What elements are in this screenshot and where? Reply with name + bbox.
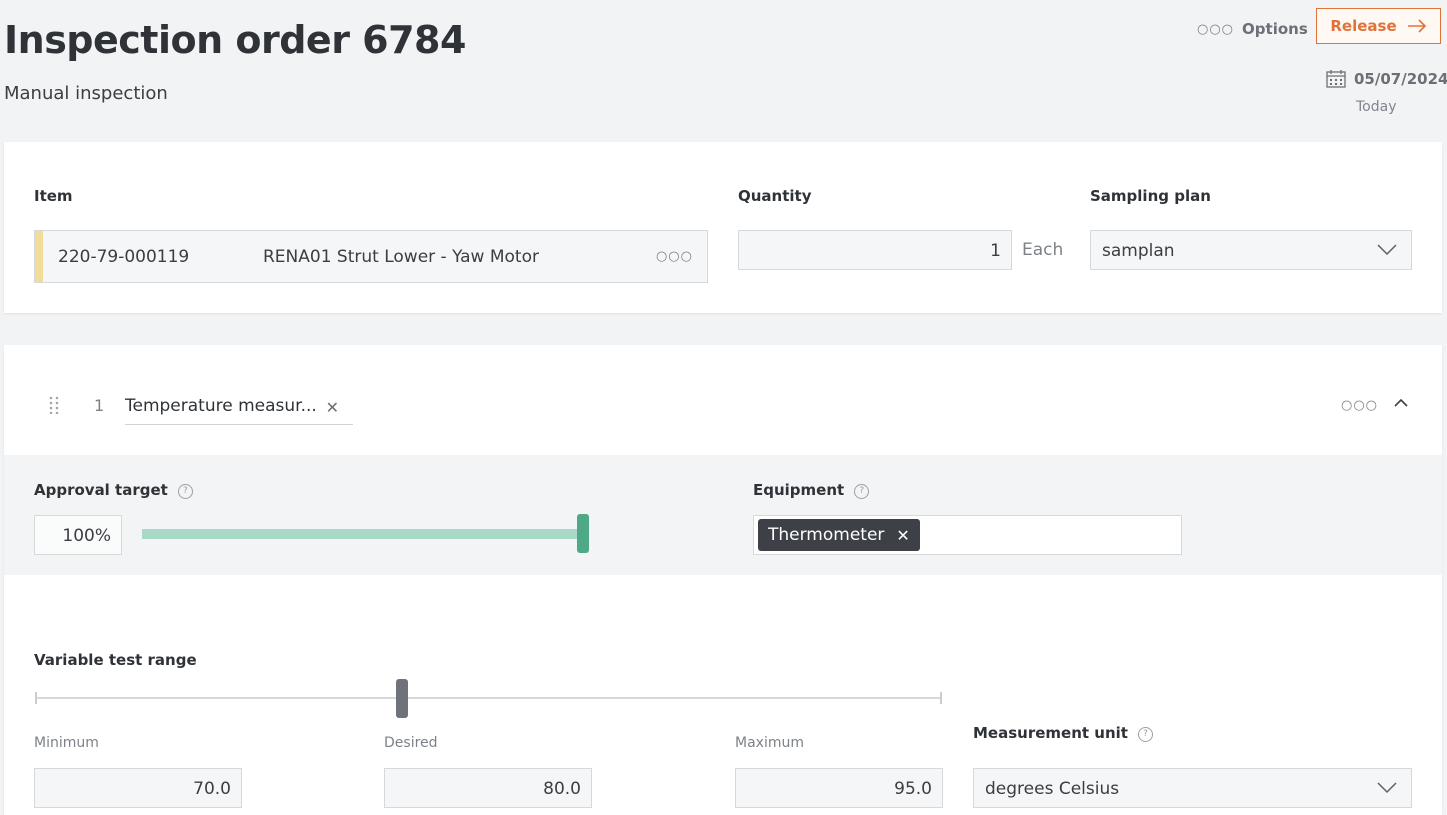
options-label: Options: [1242, 20, 1308, 38]
sampling-plan-select[interactable]: samplan: [1090, 230, 1412, 270]
approval-target-value: 100%: [62, 526, 111, 546]
release-button[interactable]: Release: [1316, 8, 1441, 44]
maximum-label: Maximum: [735, 735, 804, 751]
measurement-unit-select[interactable]: degrees Celsius: [973, 768, 1412, 808]
variable-range-label: Variable test range: [34, 651, 197, 669]
quantity-unit: Each: [1022, 240, 1064, 260]
equipment-chip[interactable]: Thermometer ✕: [758, 519, 920, 551]
page-subtitle: Manual inspection: [4, 83, 168, 104]
question-circle-icon[interactable]: ?: [1137, 727, 1153, 742]
ellipsis-icon: ○○○: [1197, 21, 1235, 37]
sampling-plan-label: Sampling plan: [1090, 187, 1211, 205]
range-slider-max-cap: [940, 692, 942, 704]
quantity-label: Quantity: [738, 187, 812, 205]
approval-target-label: Approval target?: [34, 481, 193, 499]
chevron-down-icon: [1377, 782, 1397, 794]
date-value: 05/07/2024: [1354, 70, 1447, 88]
question-circle-icon[interactable]: ?: [854, 484, 870, 499]
date-caption: Today: [1356, 99, 1397, 115]
quantity-input[interactable]: 1: [738, 230, 1012, 270]
item-accent-bar: [35, 231, 43, 282]
step-name-field[interactable]: Temperature measur... ✕: [125, 394, 353, 425]
approval-target-input[interactable]: 100%: [34, 515, 122, 555]
date-display[interactable]: 05/07/2024 Today: [1326, 70, 1447, 115]
question-circle-icon[interactable]: ?: [177, 484, 193, 499]
chevron-up-icon[interactable]: [1392, 396, 1410, 410]
equipment-text: Equipment: [753, 481, 845, 499]
maximum-value: 95.0: [894, 779, 932, 799]
step-more-icon[interactable]: ○○○: [1341, 398, 1378, 413]
arrow-right-icon: [1407, 19, 1426, 33]
sampling-plan-value: samplan: [1102, 241, 1175, 261]
item-label: Item: [34, 187, 73, 205]
equipment-chip-label: Thermometer: [768, 525, 885, 545]
minimum-input[interactable]: 70.0: [34, 768, 242, 808]
chevron-down-icon: [1377, 244, 1397, 256]
minimum-value: 70.0: [193, 779, 231, 799]
measurement-unit-label: Measurement unit?: [973, 724, 1153, 742]
measurement-unit-value: degrees Celsius: [985, 779, 1120, 799]
equipment-input[interactable]: Thermometer ✕: [753, 515, 1182, 555]
step-name-text: Temperature measur...: [125, 396, 317, 416]
approval-slider-track[interactable]: [142, 529, 582, 539]
approval-section: [4, 455, 1442, 575]
range-slider-min-cap: [35, 692, 37, 704]
range-slider-track[interactable]: [35, 697, 942, 699]
close-icon[interactable]: ✕: [896, 526, 909, 545]
step-number: 1: [94, 396, 105, 415]
close-icon[interactable]: ✕: [326, 398, 339, 417]
item-field[interactable]: 220-79-000119 RENA01 Strut Lower - Yaw M…: [34, 230, 708, 283]
range-slider-thumb[interactable]: [396, 679, 408, 718]
desired-input[interactable]: 80.0: [384, 768, 592, 808]
drag-handle-icon[interactable]: [48, 396, 60, 414]
item-code: 220-79-000119: [58, 247, 190, 267]
page-title: Inspection order 6784: [4, 18, 466, 62]
item-card: [4, 142, 1442, 313]
item-more-icon[interactable]: ○○○: [656, 249, 693, 264]
measurement-unit-text: Measurement unit: [973, 724, 1128, 742]
options-button[interactable]: ○○○ Options: [1197, 18, 1308, 40]
approval-target-text: Approval target: [34, 481, 168, 499]
item-name: RENA01 Strut Lower - Yaw Motor: [263, 247, 539, 267]
equipment-label: Equipment?: [753, 481, 870, 499]
release-label: Release: [1330, 17, 1397, 35]
desired-label: Desired: [384, 735, 438, 751]
approval-slider-thumb[interactable]: [577, 514, 589, 553]
desired-value: 80.0: [543, 779, 581, 799]
minimum-label: Minimum: [34, 735, 99, 751]
quantity-value: 1: [990, 241, 1001, 261]
maximum-input[interactable]: 95.0: [735, 768, 943, 808]
calendar-icon: [1326, 70, 1346, 88]
